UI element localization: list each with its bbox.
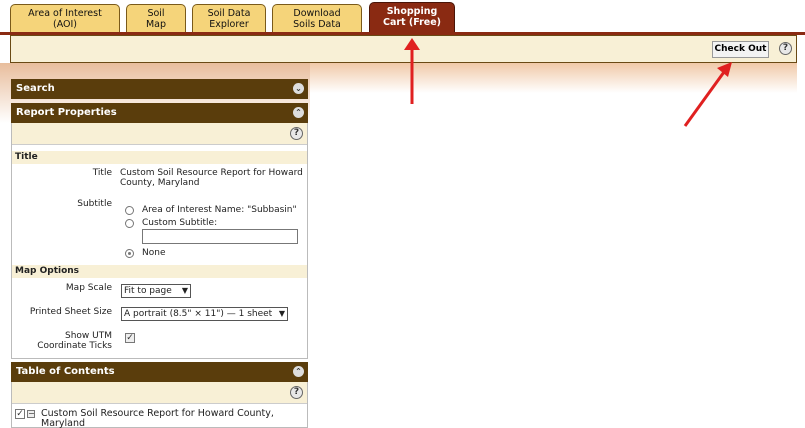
tab-soil-map[interactable]: Soil Map	[126, 4, 186, 32]
collapse-minus-icon[interactable]: −	[27, 410, 35, 418]
sheet-size-select[interactable]: A portrait (8.5" × 11") — 1 sheet ▼	[121, 307, 288, 321]
help-icon[interactable]: ?	[779, 42, 792, 55]
help-icon[interactable]: ?	[290, 127, 303, 140]
report-properties-header[interactable]: Report Properties ⌃	[11, 103, 308, 123]
title-label: Title	[92, 168, 112, 178]
subtitle-custom-radio[interactable]	[125, 219, 134, 228]
map-scale-label: Map Scale	[65, 283, 112, 293]
subtitle-aoi-radio[interactable]	[125, 206, 134, 215]
search-panel-header[interactable]: Search ⌄	[11, 79, 308, 99]
check-out-button[interactable]: Check Out	[712, 41, 769, 58]
dropdown-arrow-icon: ▼	[181, 286, 188, 295]
subtitle-label: Subtitle	[77, 199, 112, 209]
subtitle-custom-option: Custom Subtitle:	[142, 218, 218, 228]
arrow-annotation-icon	[404, 38, 420, 104]
expand-chevron-icon[interactable]: ⌄	[293, 83, 304, 94]
search-panel-title: Search	[16, 83, 55, 94]
tab-download-soils-data[interactable]: Download Soils Data	[272, 4, 362, 32]
custom-subtitle-input[interactable]	[142, 229, 298, 244]
toc-toolbar: ?	[12, 382, 307, 404]
toc-title: Table of Contents	[16, 366, 115, 377]
toc-body: ? ✓ − Custom Soil Resource Report for Ho…	[11, 382, 308, 428]
report-properties-body: ? Title Title Custom Soil Resource Repor…	[11, 123, 308, 359]
toc-item-checkbox[interactable]: ✓	[15, 409, 25, 419]
utm-label: Show UTM Coordinate Ticks	[37, 331, 112, 351]
help-icon[interactable]: ?	[290, 386, 303, 399]
collapse-chevron-icon[interactable]: ⌃	[293, 107, 304, 118]
tab-bar: Area of Interest (AOI) Soil Map Soil Dat…	[0, 0, 805, 34]
title-section-header: Title	[12, 151, 307, 164]
collapse-chevron-icon[interactable]: ⌃	[293, 366, 304, 377]
sheet-size-label: Printed Sheet Size	[29, 307, 112, 317]
subtitle-none-option: None	[142, 248, 166, 258]
tab-aoi[interactable]: Area of Interest (AOI)	[10, 4, 120, 32]
toc-header[interactable]: Table of Contents ⌃	[11, 362, 308, 382]
subtitle-aoi-option: Area of Interest Name: "Subbasin"	[142, 205, 297, 215]
title-value: Custom Soil Resource Report for Howard C…	[120, 168, 303, 188]
subtitle-none-radio[interactable]	[125, 249, 134, 258]
toc-item-label[interactable]: Custom Soil Resource Report for Howard C…	[41, 409, 274, 428]
dropdown-arrow-icon: ▼	[278, 309, 285, 318]
map-scale-select[interactable]: Fit to page ▼	[121, 284, 191, 298]
report-properties-title: Report Properties	[16, 107, 117, 118]
map-options-section-header: Map Options	[12, 265, 307, 278]
tab-soil-data-explorer[interactable]: Soil Data Explorer	[192, 4, 266, 32]
arrow-annotation-icon	[683, 62, 732, 127]
report-toolbar: ?	[12, 123, 307, 145]
utm-checkbox[interactable]: ✓	[125, 333, 135, 343]
tab-shopping-cart[interactable]: Shopping Cart (Free)	[369, 2, 455, 33]
